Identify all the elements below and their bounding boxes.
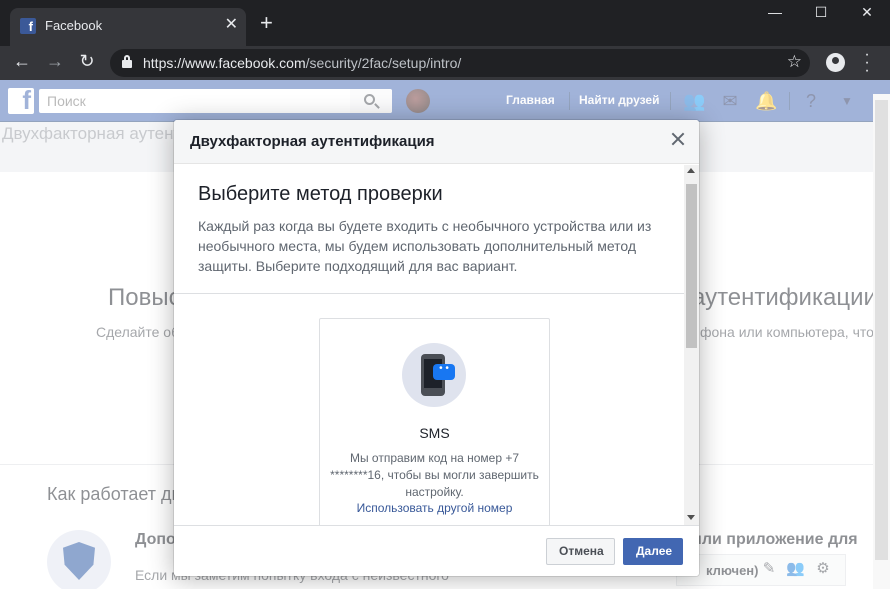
forward-arrow-icon[interactable]: → — [43, 51, 67, 72]
dialog-footer: Отмена Далее — [174, 525, 699, 576]
use-another-number-link[interactable]: Использовать другой номер — [320, 501, 549, 515]
minimize-icon[interactable]: — — [752, 4, 798, 20]
sms-option-label: SMS — [419, 425, 450, 441]
two-factor-dialog: Двухфакторная аутентификация Выберите ме… — [174, 120, 699, 576]
browser-tab[interactable]: f Facebook ✕ — [10, 8, 246, 46]
window-close-icon[interactable]: ✕ — [844, 4, 890, 21]
browser-menu-icon[interactable]: · · · — [862, 47, 872, 79]
sms-option-card[interactable]: • • SMS Мы отправим код на номер +7 ****… — [319, 318, 550, 525]
url-text[interactable]: https://www.facebook.com/security/2fac/s… — [143, 55, 461, 71]
dialog-body: Выберите метод проверки Каждый раз когда… — [174, 165, 684, 525]
dialog-title: Двухфакторная аутентификация — [190, 133, 435, 150]
scroll-down-arrow-icon[interactable] — [687, 515, 695, 520]
page-viewport: f Главная Найти друзей 👥 ✉ 🔔 ? ▼ Двухфак… — [0, 80, 890, 589]
bookmark-star-icon[interactable]: ☆ — [787, 52, 802, 72]
divider — [174, 293, 684, 294]
cancel-button[interactable]: Отмена — [546, 538, 615, 565]
next-button[interactable]: Далее — [623, 538, 683, 565]
dialog-heading: Выберите метод проверки — [198, 183, 443, 205]
back-arrow-icon[interactable]: ← — [10, 51, 34, 72]
sms-option-description: Мы отправим код на номер +7 ********16, … — [330, 451, 539, 499]
lock-icon — [122, 55, 132, 68]
maximize-icon[interactable]: ☐ — [798, 4, 844, 21]
close-icon[interactable] — [669, 130, 687, 148]
tab-close-icon[interactable]: ✕ — [225, 14, 238, 34]
scroll-up-arrow-icon[interactable] — [687, 168, 695, 173]
address-bar[interactable]: https://www.facebook.com/security/2fac/s… — [110, 49, 810, 77]
new-tab-button[interactable]: + — [260, 12, 273, 34]
dialog-header: Двухфакторная аутентификация — [174, 120, 699, 164]
browser-titlebar: f Facebook ✕ + — ☐ ✕ — [0, 0, 890, 46]
dialog-scroll-thumb[interactable] — [686, 184, 697, 348]
facebook-favicon-icon: f — [20, 18, 36, 34]
tab-title: Facebook — [45, 18, 103, 33]
reload-icon[interactable]: ↻ — [75, 51, 99, 72]
browser-toolbar: ← → ↻ https://www.facebook.com/security/… — [0, 46, 890, 80]
sms-phone-icon: • • — [402, 343, 466, 407]
dialog-description: Каждый раз когда вы будете входить с нео… — [198, 218, 652, 274]
dialog-scrollbar[interactable] — [684, 165, 699, 525]
account-icon[interactable] — [826, 53, 845, 72]
